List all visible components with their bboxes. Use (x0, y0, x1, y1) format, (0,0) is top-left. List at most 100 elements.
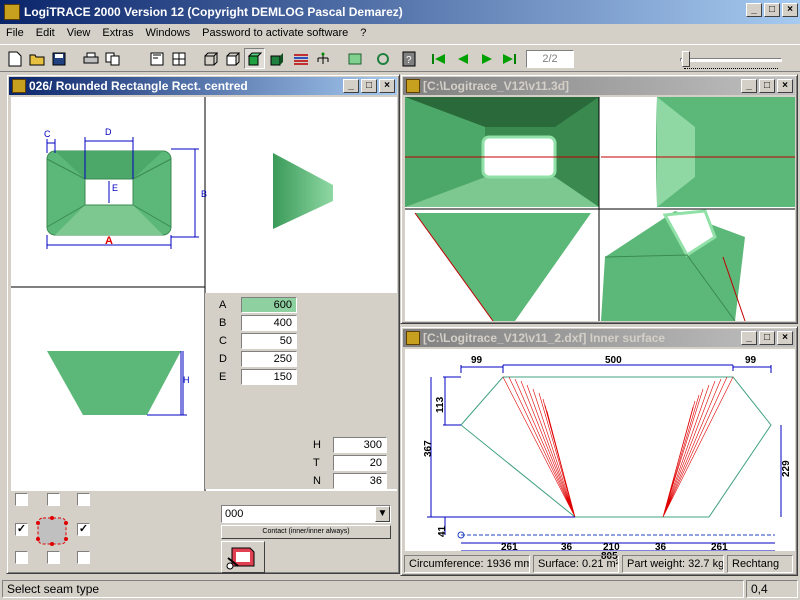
window-icon (406, 331, 420, 345)
app-icon (4, 4, 20, 20)
tree-icon[interactable] (312, 48, 333, 69)
seam-tool-icon (226, 547, 255, 570)
flat-pattern-canvas[interactable]: 99 500 99 113 367 229 41 261 36 210 36 2… (405, 349, 795, 553)
wireframe-box-icon[interactable] (200, 48, 221, 69)
menu-password[interactable]: Password to activate software (196, 27, 354, 39)
outline-icon[interactable] (344, 48, 365, 69)
hidden-line-box-icon[interactable] (222, 48, 243, 69)
dxf-window-title: [C:\Logitrace_V12\v11_2.dxf] Inner surfa… (423, 331, 666, 345)
page-indicator[interactable]: 2/2 (526, 50, 574, 68)
close-button[interactable]: × (777, 331, 793, 345)
shaded-box-icon[interactable] (244, 48, 265, 69)
maximize-button[interactable]: □ (764, 3, 780, 17)
seam-type-select[interactable]: 000 ▼ (221, 505, 391, 523)
close-button[interactable]: × (777, 79, 793, 93)
param-label-n: N (313, 475, 321, 487)
param-label-t: T (313, 457, 320, 469)
contact-button[interactable]: Contact (inner/inner always) (221, 525, 391, 539)
edge-checkbox-bottom[interactable] (47, 551, 60, 564)
edge-checkbox-top[interactable] (47, 493, 60, 506)
param-t-input[interactable]: 20 (333, 455, 387, 471)
print-icon[interactable] (80, 48, 101, 69)
param-label-c: C (219, 335, 227, 347)
menu-help[interactable]: ? (354, 27, 372, 39)
save-icon[interactable] (48, 48, 69, 69)
parameters-window-caption: 026/ Rounded Rectangle Rect. centred _ □… (9, 77, 397, 95)
maximize-button[interactable]: □ (759, 331, 775, 345)
menu-bar: File Edit View Extras Windows Password t… (0, 24, 800, 42)
menu-file[interactable]: File (0, 27, 30, 39)
menu-extras[interactable]: Extras (96, 27, 139, 39)
first-page-icon[interactable] (428, 48, 449, 69)
dim-bottom-2: 36 (561, 542, 573, 551)
param-label-e: E (219, 371, 227, 383)
param-h-input[interactable]: 300 (333, 437, 387, 453)
param-label-d: D (219, 353, 227, 365)
chevron-down-icon[interactable]: ▼ (375, 506, 390, 522)
zoom-slider[interactable] (680, 51, 782, 69)
param-c-input[interactable]: 50 (241, 333, 297, 349)
dim-right: 229 (781, 460, 792, 477)
param-a-input[interactable]: 600 (241, 297, 297, 313)
param-b-input[interactable]: 400 (241, 315, 297, 331)
grid-view-icon[interactable] (168, 48, 189, 69)
dim-bottom-1: 261 (501, 542, 518, 551)
info-surface: Surface: 0.21 m² (533, 555, 619, 573)
page-setup-icon[interactable] (146, 48, 167, 69)
corner-checkbox-br[interactable] (77, 551, 90, 564)
param-label-b: B (219, 317, 227, 329)
copy-icon[interactable] (102, 48, 123, 69)
info-shape-name: Rechtang (727, 555, 793, 573)
param-n-input[interactable]: 36 (333, 473, 387, 489)
minimize-button[interactable]: _ (746, 3, 762, 17)
svg-text:?: ? (406, 55, 412, 66)
param-label-a: A (219, 299, 227, 311)
app-title-bar: LogiTRACE 2000 Version 12 (Copyright DEM… (0, 0, 800, 24)
dxf-view-window: [C:\Logitrace_V12\v11_2.dxf] Inner surfa… (400, 326, 798, 576)
flat-pattern-drawing: 99 500 99 113 367 229 41 261 36 210 36 2… (423, 355, 792, 553)
dim-bottom-4: 36 (655, 542, 667, 551)
minimize-button[interactable]: _ (741, 331, 757, 345)
dim-bottom-3: 210 (603, 542, 620, 551)
maximize-button[interactable]: □ (759, 79, 775, 93)
seam-type-value: 000 (225, 508, 244, 520)
new-file-icon[interactable] (4, 48, 25, 69)
next-page-icon[interactable] (476, 48, 497, 69)
dim-bottom-5: 261 (711, 542, 728, 551)
minimize-button[interactable]: _ (343, 79, 359, 93)
corner-checkbox-tr[interactable] (77, 493, 90, 506)
help-book-icon[interactable]: ? (398, 48, 419, 69)
maximize-button[interactable]: □ (361, 79, 377, 93)
menu-view[interactable]: View (61, 27, 97, 39)
smooth-shaded-box-icon[interactable] (266, 48, 287, 69)
3d-view-window: [C:\Logitrace_V12\v11.3d] _ □ × (400, 74, 798, 324)
corner-checkbox-bl[interactable] (15, 551, 28, 564)
dim-top-right: 99 (745, 355, 757, 366)
dim-label-d: D (105, 127, 112, 137)
minimize-button[interactable]: _ (741, 79, 757, 93)
param-label-h: H (313, 439, 321, 451)
window-icon (406, 79, 420, 93)
layers-icon[interactable] (290, 48, 311, 69)
dim-left-upper: 113 (435, 396, 446, 413)
seam-tool-button[interactable] (221, 541, 265, 573)
close-button[interactable]: × (782, 3, 798, 17)
slider-thumb[interactable] (682, 51, 690, 67)
edge-checkbox-right[interactable]: ✓ (77, 523, 90, 536)
window-icon (12, 79, 26, 93)
close-button[interactable]: × (379, 79, 395, 93)
previous-page-icon[interactable] (452, 48, 473, 69)
edge-checkbox-left[interactable]: ✓ (15, 523, 28, 536)
dim-label-c: C (44, 129, 51, 139)
curve-icon[interactable] (372, 48, 393, 69)
toolbar: ? 2/2 (0, 44, 800, 72)
param-e-input[interactable]: 150 (241, 369, 297, 385)
param-d-input[interactable]: 250 (241, 351, 297, 367)
dim-top-left: 99 (471, 355, 483, 366)
last-page-icon[interactable] (498, 48, 519, 69)
corner-checkbox-tl[interactable] (15, 493, 28, 506)
menu-edit[interactable]: Edit (30, 27, 61, 39)
menu-windows[interactable]: Windows (140, 27, 197, 39)
3d-render-canvas[interactable] (405, 97, 795, 322)
open-folder-icon[interactable] (26, 48, 47, 69)
